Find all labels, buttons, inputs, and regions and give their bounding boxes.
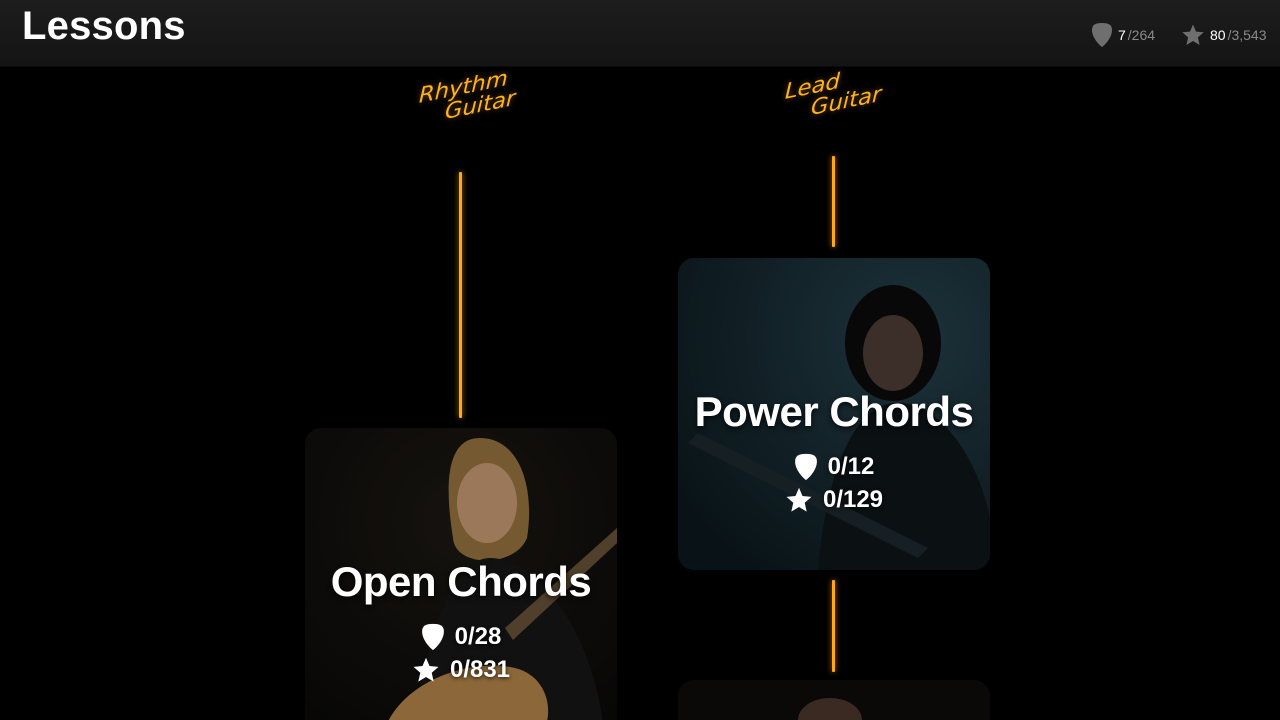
- guitar-pick-icon: [421, 623, 444, 651]
- lesson-card-power-chords[interactable]: Power Chords 0/12 0/129: [678, 258, 990, 570]
- top-bar: Lessons 7 /264 80 /3,543: [0, 0, 1280, 67]
- page-title: Lessons: [22, 4, 186, 48]
- guitar-pick-icon: [794, 453, 817, 481]
- lesson-title: Open Chords: [330, 558, 592, 605]
- lesson-photo: [678, 680, 990, 720]
- lead-track-connector-top: [832, 156, 835, 247]
- lesson-card-next[interactable]: [678, 680, 990, 720]
- lesson-picks: 0/28: [305, 622, 617, 652]
- rhythm-track-connector: [459, 172, 462, 418]
- lesson-card-open-chords[interactable]: Open Chords 0/28 0/831: [305, 428, 617, 720]
- lead-track-connector-bottom: [832, 580, 835, 672]
- stars-total: /3,543: [1227, 27, 1267, 43]
- lesson-stars: 0/129: [678, 486, 990, 514]
- lead-guitar-logo: Lead Guitar: [784, 63, 883, 126]
- stars-earned: 80: [1210, 27, 1226, 43]
- lesson-picks-value: 0/12: [827, 453, 875, 480]
- lesson-picks: 0/12: [678, 452, 990, 482]
- picks-counter: 7 /264: [1091, 22, 1155, 48]
- lesson-stars: 0/831: [305, 656, 617, 684]
- picks-total: /264: [1127, 27, 1156, 43]
- lesson-stars-value: 0/831: [449, 656, 511, 683]
- star-icon: [786, 487, 812, 512]
- rhythm-guitar-logo: Rhythm Guitar: [418, 66, 517, 130]
- lesson-stars-value: 0/129: [822, 486, 884, 513]
- guitar-pick-icon: [1092, 23, 1112, 47]
- picks-earned: 7: [1118, 27, 1126, 43]
- star-icon: [1182, 24, 1204, 45]
- lesson-title: Power Chords: [694, 388, 974, 435]
- lesson-picks-value: 0/28: [454, 623, 502, 650]
- stars-counter: 80 /3,543: [1181, 22, 1267, 48]
- star-icon: [413, 657, 439, 682]
- lessons-screen: Lessons 7 /264 80 /3,543 Rhythm Guitar L…: [0, 0, 1280, 720]
